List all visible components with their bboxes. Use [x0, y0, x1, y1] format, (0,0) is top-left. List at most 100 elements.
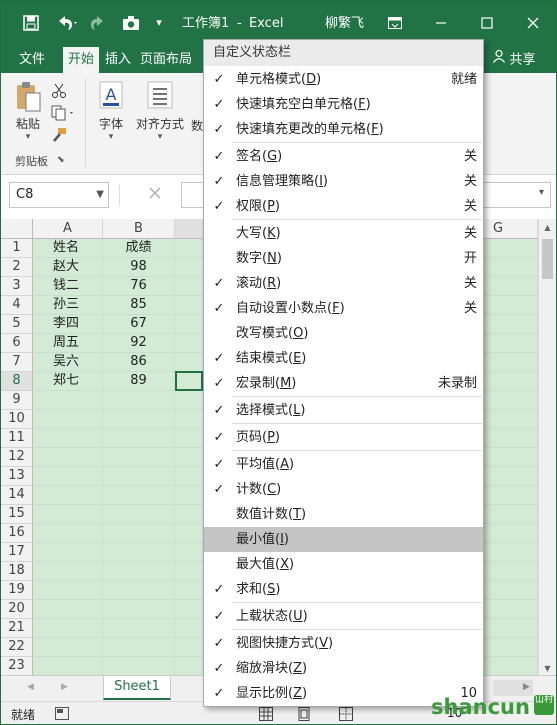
undo-icon[interactable] [51, 11, 83, 35]
menu-item[interactable]: 数值计数(T) [204, 502, 483, 527]
cancel-x-icon[interactable] [149, 187, 161, 202]
clipboard-launcher-icon[interactable]: ⬊ [57, 155, 65, 165]
row-header[interactable]: 17 [1, 543, 33, 562]
cell-c[interactable] [175, 619, 203, 638]
save-icon[interactable] [19, 11, 43, 35]
cell-c[interactable] [175, 505, 203, 524]
cell-b[interactable] [103, 657, 175, 676]
cell-c[interactable] [175, 448, 203, 467]
menu-item[interactable]: 大写(K) 关 [204, 221, 483, 246]
cell-b[interactable] [103, 391, 175, 410]
menu-item[interactable]: ✓ 自动设置小数点(F) 关 [204, 296, 483, 321]
cell-g[interactable] [483, 638, 538, 657]
cell-b[interactable] [103, 619, 175, 638]
cell-b[interactable] [103, 505, 175, 524]
cell-c[interactable] [175, 638, 203, 657]
menu-item[interactable]: ✓ 平均值(A) [204, 452, 483, 477]
cell-c[interactable] [175, 353, 203, 372]
cell-g[interactable] [483, 391, 538, 410]
row-header[interactable]: 3 [1, 277, 33, 296]
menu-item[interactable]: ✓ 缩放滑块(Z) [204, 656, 483, 681]
menu-item[interactable]: 改写模式(O) [204, 321, 483, 346]
cell-c[interactable] [175, 258, 203, 277]
cell-b[interactable]: 67 [103, 315, 175, 334]
cell-g[interactable] [483, 581, 538, 600]
cell-c[interactable] [175, 296, 203, 315]
cell-b[interactable] [103, 600, 175, 619]
column-header-b[interactable]: B [103, 219, 175, 239]
cell-b[interactable] [103, 467, 175, 486]
row-header[interactable]: 2 [1, 258, 33, 277]
sheet-tab-sheet1[interactable]: Sheet1 [103, 676, 171, 700]
cell-g[interactable] [483, 353, 538, 372]
row-header[interactable]: 23 [1, 657, 33, 676]
normal-view-icon[interactable] [259, 707, 273, 724]
cell-a[interactable] [33, 391, 103, 410]
cell-c[interactable] [175, 239, 203, 258]
scroll-up-icon[interactable]: ▲ [539, 223, 556, 232]
cell-a[interactable] [33, 448, 103, 467]
row-header[interactable]: 16 [1, 524, 33, 543]
cell-g[interactable] [483, 486, 538, 505]
cell-a[interactable] [33, 657, 103, 676]
cell-c[interactable] [175, 600, 203, 619]
macro-record-icon[interactable] [55, 707, 69, 723]
cell-a[interactable]: 周五 [33, 334, 103, 353]
cell-a[interactable]: 吴六 [33, 353, 103, 372]
row-header[interactable]: 20 [1, 600, 33, 619]
cell-b[interactable]: 76 [103, 277, 175, 296]
column-header-a[interactable]: A [33, 219, 103, 239]
cell-a[interactable]: 姓名 [33, 239, 103, 258]
paste-button[interactable]: 粘贴 ▾ [9, 81, 47, 142]
prev-sheet-icon[interactable]: ◀ [27, 682, 34, 692]
alignment-button[interactable]: 对齐方式 ▾ [133, 81, 187, 142]
cell-c[interactable] [175, 277, 203, 296]
menu-item[interactable]: ✓ 宏录制(M) 未录制 [204, 371, 483, 396]
share-button[interactable]: 共享 [483, 47, 545, 73]
user-name[interactable]: 柳繁飞 [325, 14, 364, 34]
cell-b[interactable] [103, 638, 175, 657]
cell-g[interactable] [483, 239, 538, 258]
row-header[interactable]: 1 [1, 239, 33, 258]
row-header[interactable]: 8 [1, 372, 33, 391]
menu-item[interactable]: 数字(N) 开 [204, 246, 483, 271]
cell-c[interactable] [175, 467, 203, 486]
cell-g[interactable] [483, 467, 538, 486]
selected-cell-c8[interactable] [175, 371, 203, 391]
menu-item[interactable]: ✓ 结束模式(E) [204, 346, 483, 371]
cell-g[interactable] [483, 296, 538, 315]
cell-b[interactable]: 86 [103, 353, 175, 372]
font-button[interactable]: A 字体 ▾ [91, 81, 131, 142]
row-header[interactable]: 9 [1, 391, 33, 410]
cell-c[interactable] [175, 315, 203, 334]
cell-c[interactable] [175, 657, 203, 676]
cell-c[interactable] [175, 334, 203, 353]
cell-a[interactable]: 郑七 [33, 372, 103, 391]
column-header-g[interactable]: G [483, 219, 538, 239]
row-header[interactable]: 19 [1, 581, 33, 600]
row-header[interactable]: 22 [1, 638, 33, 657]
row-header[interactable]: 4 [1, 296, 33, 315]
name-box[interactable]: C8 ▼ [9, 182, 109, 208]
row-header[interactable]: 15 [1, 505, 33, 524]
cell-g[interactable] [483, 258, 538, 277]
minimize-icon[interactable] [429, 11, 453, 35]
cell-c[interactable] [175, 581, 203, 600]
cell-g[interactable] [483, 657, 538, 676]
cell-g[interactable] [483, 410, 538, 429]
row-header[interactable]: 13 [1, 467, 33, 486]
cell-a[interactable]: 李四 [33, 315, 103, 334]
cell-a[interactable] [33, 600, 103, 619]
menu-item[interactable]: ✓ 快速填充更改的单元格(F) [204, 117, 483, 142]
cell-b[interactable]: 85 [103, 296, 175, 315]
row-header[interactable]: 6 [1, 334, 33, 353]
menu-item[interactable]: ✓ 快速填充空白单元格(F) [204, 92, 483, 117]
cell-c[interactable] [175, 410, 203, 429]
cell-g[interactable] [483, 315, 538, 334]
row-header[interactable]: 5 [1, 315, 33, 334]
menu-item[interactable]: ✓ 信息管理策略(I) 关 [204, 169, 483, 194]
cell-b[interactable] [103, 486, 175, 505]
name-box-dropdown-icon[interactable]: ▼ [96, 183, 104, 207]
cell-g[interactable] [483, 334, 538, 353]
menu-item[interactable]: ✓ 单元格模式(D) 就绪 [204, 67, 483, 92]
